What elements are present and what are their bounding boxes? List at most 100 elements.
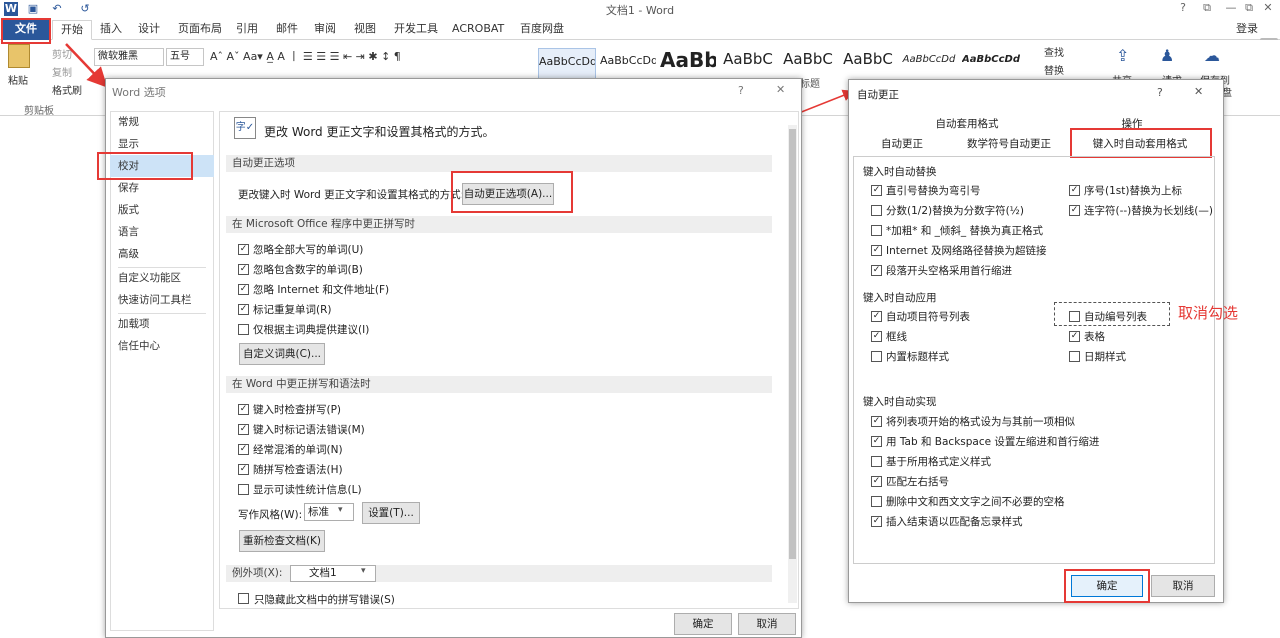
autocorrect-dialog: 自动更正 ? ✕ 自动套用格式 操作 自动更正 数学符号自动更正 键入时自动套用…: [848, 79, 1224, 603]
replace-option-label: 直引号替换为弯引号: [886, 185, 981, 197]
word-options-dialog: Word 选项 ? ✕ 常规 显示 校对 保存 版式 语言 高级 自定义功能区 …: [97, 78, 802, 638]
help-button[interactable]: ?: [738, 84, 744, 97]
options-cancel-button[interactable]: 取消: [738, 613, 796, 635]
recheck-document-button[interactable]: 重新检查文档(K): [239, 530, 325, 552]
spelling-option-label: 忽略全部大写的单词(U): [253, 244, 364, 256]
apply-option-label: 自动项目符号列表: [886, 311, 970, 323]
replace-option-checkbox[interactable]: ✓: [871, 265, 882, 276]
implement-option-label: 删除中文和西文文字之间不必要的空格: [886, 496, 1065, 508]
group-apply-header: 键入时自动应用: [863, 292, 937, 304]
spelling-option-checkbox[interactable]: ✓: [238, 304, 249, 315]
replace-option-right-checkbox[interactable]: ✓: [1069, 205, 1080, 216]
replace-option-checkbox[interactable]: ✓: [871, 185, 882, 196]
grammar-option-checkbox[interactable]: ✓: [238, 404, 249, 415]
implement-option-checkbox[interactable]: ✓: [871, 416, 882, 427]
office-spelling-header: 在 Microsoft Office 程序中更正拼写时: [226, 216, 772, 233]
tab-math-autocorrect[interactable]: 数学符号自动更正: [949, 134, 1069, 154]
exceptions-chevron-icon: ▾: [361, 566, 366, 576]
autocorrect-help-button[interactable]: ?: [1157, 86, 1163, 99]
sidebar-item-general[interactable]: 常规: [110, 111, 214, 133]
implement-option-label: 匹配左右括号: [886, 476, 949, 488]
sidebar-item-customize-ribbon[interactable]: 自定义功能区: [110, 267, 214, 289]
implement-option-checkbox[interactable]: ✓: [871, 436, 882, 447]
ok-highlight: [1064, 569, 1150, 603]
replace-option-label: Internet 及网络路径替换为超链接: [886, 245, 1047, 257]
implement-option-checkbox[interactable]: [871, 456, 882, 467]
apply-option-checkbox[interactable]: [871, 351, 882, 362]
scrollbar-thumb[interactable]: [789, 129, 796, 559]
grammar-option-checkbox[interactable]: [238, 484, 249, 495]
writing-style-label: 写作风格(W):: [238, 509, 303, 521]
tab-autocorrect[interactable]: 自动更正: [857, 134, 947, 154]
sidebar-item-advanced[interactable]: 高级: [110, 243, 214, 265]
grammar-option-label: 随拼写检查语法(H): [253, 464, 343, 476]
tab-highlight: [1070, 128, 1212, 158]
autocorrect-label: 更改键入时 Word 更正文字和设置其格式的方式:: [238, 189, 465, 201]
spelling-option-label: 忽略 Internet 和文件地址(F): [253, 284, 390, 296]
auto-numbered-list-box: [1054, 302, 1170, 326]
apply-option-right-label: 表格: [1084, 331, 1105, 343]
sidebar-item-trust-center[interactable]: 信任中心: [110, 335, 214, 357]
autocorrect-cancel-button[interactable]: 取消: [1151, 575, 1215, 597]
custom-dictionary-button[interactable]: 自定义词典(C)...: [239, 343, 325, 365]
apply-option-right-label: 日期样式: [1084, 351, 1126, 363]
apply-option-right-checkbox[interactable]: [1069, 351, 1080, 362]
sidebar-item-addins[interactable]: 加载项: [110, 313, 214, 335]
replace-option-checkbox[interactable]: [871, 225, 882, 236]
replace-option-label: 分数(1/2)替换为分数字符(½): [886, 205, 1024, 217]
spelling-option-label: 忽略包含数字的单词(B): [253, 264, 363, 276]
autocorrect-button-highlight: [451, 171, 573, 213]
spelling-option-label: 仅根据主词典提供建议(I): [253, 324, 370, 336]
close-button[interactable]: ✕: [776, 83, 785, 96]
autocorrect-close-button[interactable]: ✕: [1194, 85, 1203, 98]
implement-option-checkbox[interactable]: ✓: [871, 476, 882, 487]
spelling-option-checkbox[interactable]: [238, 324, 249, 335]
sidebar-item-save[interactable]: 保存: [110, 177, 214, 199]
replace-option-checkbox[interactable]: [871, 205, 882, 216]
implement-option-label: 用 Tab 和 Backspace 设置左缩进和首行缩进: [886, 436, 1100, 448]
grammar-option-checkbox[interactable]: ✓: [238, 464, 249, 475]
options-ok-button[interactable]: 确定: [674, 613, 732, 635]
grammar-option-label: 显示可读性统计信息(L): [253, 484, 362, 496]
spelling-option-checkbox[interactable]: ✓: [238, 264, 249, 275]
implement-option-label: 基于所用格式定义样式: [886, 456, 991, 468]
sidebar-item-layout[interactable]: 版式: [110, 199, 214, 221]
grammar-option-label: 键入时检查拼写(P): [253, 404, 342, 416]
dialog-title: Word 选项: [112, 86, 166, 99]
tab-autoformat[interactable]: 自动套用格式: [857, 114, 1077, 134]
file-tab-highlight: [1, 18, 51, 44]
replace-option-label: 段落开头空格采用首行缩进: [886, 265, 1012, 277]
spelling-option-checkbox[interactable]: ✓: [238, 284, 249, 295]
grammar-option-checkbox[interactable]: ✓: [238, 444, 249, 455]
implement-option-checkbox[interactable]: ✓: [871, 516, 882, 527]
replace-option-right-checkbox[interactable]: ✓: [1069, 185, 1080, 196]
word-spelling-header: 在 Word 中更正拼写和语法时: [226, 376, 772, 393]
hide-spelling-checkbox[interactable]: [238, 593, 249, 604]
arrow-file-to-options: [65, 43, 108, 88]
exceptions-label: 例外项(X):: [232, 567, 283, 579]
replace-option-right-label: 序号(1st)替换为上标: [1084, 185, 1182, 197]
apply-option-checkbox[interactable]: ✓: [871, 331, 882, 342]
cancel-check-annotation: 取消勾选: [1178, 304, 1239, 322]
proofing-icon: 字✓: [234, 117, 256, 139]
writing-style-select[interactable]: 标准: [304, 503, 354, 521]
replace-option-right-label: 连字符(--)替换为长划线(—): [1084, 205, 1213, 217]
apply-option-label: 框线: [886, 331, 907, 343]
sidebar-item-language[interactable]: 语言: [110, 221, 214, 243]
chevron-down-icon: ▾: [338, 505, 343, 515]
apply-option-label: 内置标题样式: [886, 351, 949, 363]
apply-option-checkbox[interactable]: ✓: [871, 311, 882, 322]
settings-button[interactable]: 设置(T)...: [362, 502, 420, 524]
implement-option-label: 插入结束语以匹配备忘录样式: [886, 516, 1023, 528]
replace-option-label: *加粗* 和 _倾斜_ 替换为真正格式: [886, 225, 1044, 237]
group-replace-header: 键入时自动替换: [863, 166, 937, 178]
implement-option-checkbox[interactable]: [871, 496, 882, 507]
sidebar-item-quick-access[interactable]: 快速访问工具栏: [110, 289, 214, 311]
apply-option-right-checkbox[interactable]: ✓: [1069, 331, 1080, 342]
replace-option-checkbox[interactable]: ✓: [871, 245, 882, 256]
grammar-option-label: 经常混淆的单词(N): [253, 444, 343, 456]
grammar-option-checkbox[interactable]: ✓: [238, 424, 249, 435]
implement-option-label: 将列表项开始的格式设为与其前一项相似: [886, 416, 1075, 428]
proofing-highlight: [97, 152, 193, 180]
spelling-option-checkbox[interactable]: ✓: [238, 244, 249, 255]
